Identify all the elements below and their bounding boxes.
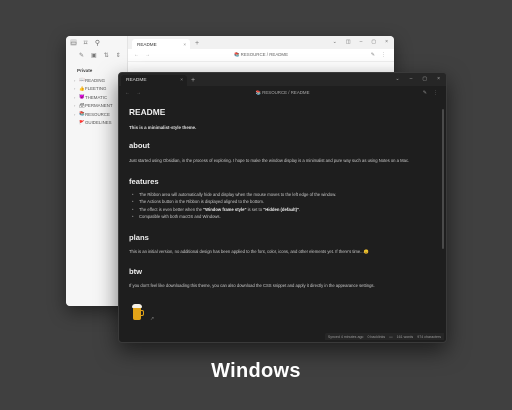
chevron-down-icon[interactable]: ⌄ bbox=[395, 76, 399, 82]
heading-about: about bbox=[129, 141, 150, 150]
note-content[interactable]: README This is a minimalist-style theme.… bbox=[129, 107, 434, 290]
window-controls: ⌄ – ▢ × bbox=[395, 76, 440, 82]
list-item-text: . bbox=[299, 206, 301, 212]
sync-status[interactable]: Synced 4 minutes ago bbox=[328, 335, 364, 339]
tab-readme[interactable]: README × bbox=[121, 75, 187, 86]
vault-name: Private bbox=[77, 68, 93, 73]
window-controls: ⌄ ◫ – ▢ × bbox=[333, 39, 388, 45]
close-icon[interactable]: × bbox=[183, 42, 186, 47]
folder-icon[interactable]: ▭ bbox=[70, 39, 77, 47]
list-item-text: The effect is even better when the bbox=[139, 206, 204, 212]
list-item: The effect is even better when the "Wind… bbox=[129, 206, 434, 214]
heading-plans: plans bbox=[129, 232, 149, 242]
more-options-icon[interactable]: ⋮ bbox=[381, 52, 386, 58]
folder-label: RESOURCE bbox=[85, 111, 110, 117]
tab-label: README bbox=[126, 78, 147, 83]
tab-label: README bbox=[137, 42, 157, 47]
list-item: The Actions button in the Ribbon is disp… bbox=[129, 198, 434, 206]
caption-title: Windows bbox=[211, 360, 301, 382]
folder-label: READING bbox=[85, 77, 106, 83]
collapse-icon[interactable]: ⇕ bbox=[116, 53, 121, 62]
new-note-icon[interactable]: ✎ bbox=[79, 53, 84, 62]
sidebar-tab-strip: ▭ ⌑ ⚲ bbox=[66, 36, 127, 49]
minimize-icon[interactable]: – bbox=[360, 39, 363, 45]
bold-text: "Hidden (default)" bbox=[263, 206, 300, 212]
list-item: Compatible with both macOS and Windows. bbox=[129, 213, 434, 221]
navigation-bar: ← → 📚 RESOURCE / README ✎ ⋮ bbox=[128, 49, 394, 62]
close-icon[interactable]: × bbox=[180, 78, 183, 83]
chevron-down-icon[interactable]: ⌄ bbox=[333, 39, 337, 45]
view-actions: ✎ ⋮ bbox=[371, 52, 386, 58]
list-item-text: is set to bbox=[246, 206, 264, 212]
close-icon[interactable]: × bbox=[437, 76, 440, 82]
character-count: 974 characters bbox=[417, 334, 441, 339]
note-title: README bbox=[129, 107, 166, 117]
folder-label: PERMANENT bbox=[85, 103, 113, 109]
folder-label: THEMATIC bbox=[85, 94, 108, 100]
folder-label: GUIDELINES bbox=[85, 120, 112, 126]
new-tab-icon[interactable]: + bbox=[195, 39, 199, 48]
reading-mode-icon[interactable]: ▭ bbox=[389, 335, 392, 339]
features-list: The Ribbon area will automatically hide … bbox=[129, 191, 434, 221]
maximize-icon[interactable]: ▢ bbox=[371, 39, 376, 45]
explorer-toolbar: ✎ ▣ ⇅ ⇕ bbox=[66, 49, 127, 62]
beer-mug-icon[interactable] bbox=[131, 303, 145, 321]
breadcrumb[interactable]: 📚 RESOURCE / README bbox=[128, 52, 394, 58]
heading-btw: btw bbox=[129, 267, 143, 277]
navigation-bar: ← → 📚 RESOURCE / README ✎ ⋮ bbox=[119, 86, 446, 99]
new-tab-icon[interactable]: + bbox=[191, 76, 195, 85]
backlinks-count[interactable]: 0 backlinks bbox=[367, 335, 385, 339]
folder-label: FLEETING bbox=[85, 86, 107, 92]
maximize-icon[interactable]: ▢ bbox=[422, 76, 427, 82]
heading-features: features bbox=[129, 176, 159, 186]
dark-theme-window: README × + ⌄ – ▢ × ← → 📚 RESOURCE / READ… bbox=[118, 72, 447, 343]
bold-text: "Window frame style" bbox=[203, 206, 247, 212]
about-paragraph: Just started using Obsidian, in the proc… bbox=[129, 158, 410, 163]
tab-bar: README × + ⌄ ◫ – ▢ × bbox=[128, 36, 394, 49]
search-icon[interactable]: ⚲ bbox=[94, 39, 101, 47]
breadcrumb[interactable]: 📚 RESOURCE / README bbox=[119, 90, 446, 96]
tab-readme[interactable]: README × bbox=[132, 39, 190, 49]
plans-paragraph: This is an initial version, no additiona… bbox=[129, 248, 369, 254]
minimize-icon[interactable]: – bbox=[410, 76, 413, 82]
more-options-icon[interactable]: ⋮ bbox=[433, 90, 438, 96]
edit-icon[interactable]: ✎ bbox=[371, 52, 375, 58]
scrollbar[interactable] bbox=[442, 109, 444, 249]
btw-paragraph: If you don't feel like downloading this … bbox=[129, 283, 375, 289]
edit-icon[interactable]: ✎ bbox=[423, 90, 427, 96]
new-folder-icon[interactable]: ▣ bbox=[91, 53, 97, 62]
list-item: The Ribbon area will automatically hide … bbox=[129, 191, 434, 199]
word-count: 161 words bbox=[396, 334, 414, 339]
status-bar: Synced 4 minutes ago 0 backlinks ▭ 161 w… bbox=[324, 333, 444, 340]
intro-text: This is a minimalist-style theme. bbox=[129, 125, 197, 130]
close-icon[interactable]: × bbox=[385, 39, 388, 45]
sort-icon[interactable]: ⇅ bbox=[104, 53, 109, 62]
view-actions: ✎ ⋮ bbox=[423, 90, 438, 96]
bookmark-icon[interactable]: ⌑ bbox=[82, 39, 89, 47]
external-link-icon[interactable]: ↗ bbox=[150, 316, 154, 322]
tab-bar: README × + ⌄ – ▢ × bbox=[119, 73, 446, 86]
sidebar-toggle-icon[interactable]: ◫ bbox=[346, 39, 351, 45]
